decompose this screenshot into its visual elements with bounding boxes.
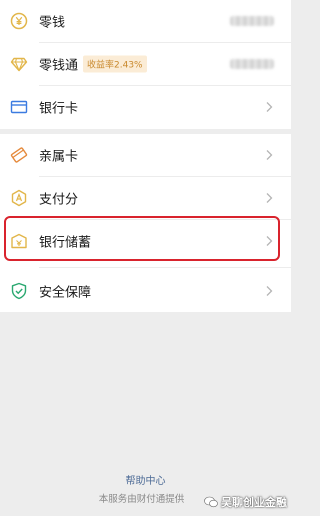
- chevron-right-icon: [266, 193, 273, 203]
- coin-yuan-icon: [10, 12, 28, 30]
- menu-item-label: 支付分: [39, 192, 79, 208]
- diamond-icon: [10, 55, 28, 73]
- watermark-text: 吴聊创业金融: [221, 496, 287, 509]
- chevron-right-icon: [266, 102, 273, 112]
- menu-item-label: 安全保障: [39, 285, 92, 301]
- wallet-card-top: 零钱 零钱通 收益率2.43% 银行卡: [0, 0, 291, 129]
- menu-item-pay-score[interactable]: 支付分: [0, 177, 291, 219]
- shield-check-icon: [10, 282, 28, 300]
- chevron-right-icon: [266, 150, 273, 160]
- divider: [39, 267, 291, 268]
- menu-item-label: 零钱通: [39, 58, 79, 74]
- balance-value-blurred: [230, 16, 274, 26]
- menu-item-label: 亲属卡: [39, 149, 79, 165]
- chevron-right-icon: [266, 286, 273, 296]
- wechat-icon: [204, 496, 218, 508]
- menu-item-family-card[interactable]: 亲属卡: [0, 134, 291, 176]
- pay-score-icon: [10, 189, 28, 207]
- balance-value-blurred: [230, 59, 274, 69]
- menu-item-lingqiantong[interactable]: 零钱通 收益率2.43%: [0, 43, 291, 85]
- help-center-link[interactable]: 帮助中心: [0, 472, 291, 487]
- highlight-frame: [4, 216, 280, 261]
- menu-item-label: 银行卡: [39, 101, 79, 117]
- menu-item-security[interactable]: 安全保障: [0, 270, 291, 312]
- menu-item-change[interactable]: 零钱: [0, 0, 291, 42]
- menu-item-bank-card[interactable]: 银行卡: [0, 86, 291, 128]
- menu-item-label: 零钱: [39, 15, 66, 31]
- watermark: 吴聊创业金融: [204, 494, 287, 510]
- bank-card-icon: [10, 98, 28, 116]
- family-card-icon: [10, 146, 28, 164]
- yield-rate-badge: 收益率2.43%: [83, 55, 147, 73]
